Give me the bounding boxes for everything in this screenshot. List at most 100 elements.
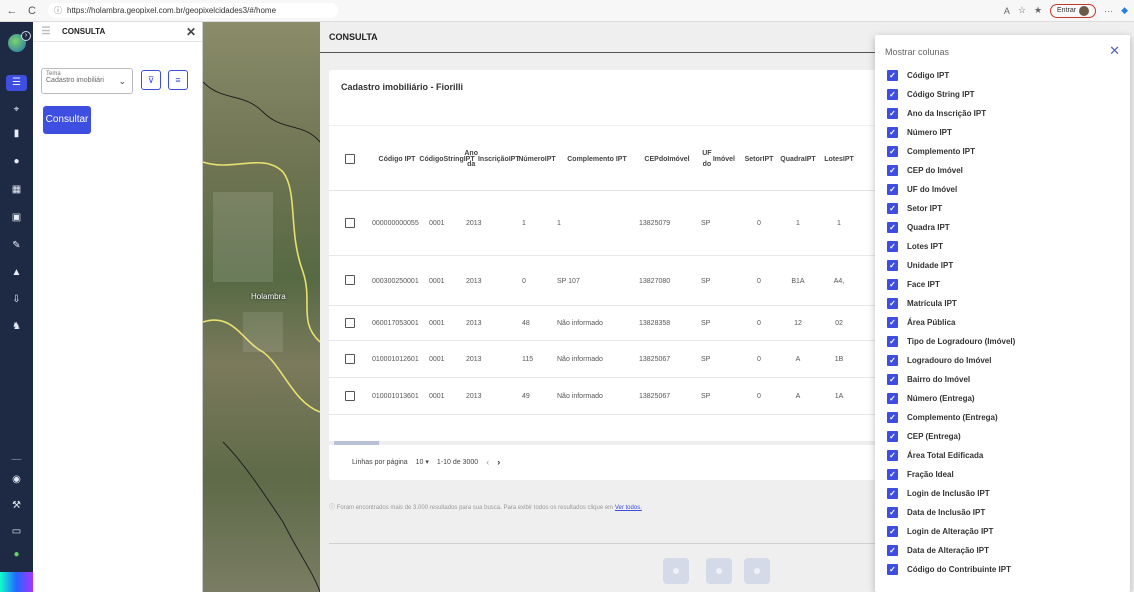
column-option[interactable]: ✓ Número (Entrega)	[887, 389, 1117, 408]
table-row[interactable]: 060017053001 0001 2013 48 Não informado 13828…	[329, 306, 889, 341]
column-option[interactable]: ✓ Face IPT	[887, 275, 1117, 294]
row-checkbox[interactable]	[345, 390, 355, 401]
check-icon[interactable]: ✓	[887, 146, 898, 157]
layers-menu-icon[interactable]: ☰	[6, 75, 27, 91]
check-icon[interactable]: ✓	[887, 564, 898, 575]
column-option[interactable]: ✓ Área Pública	[887, 313, 1117, 332]
check-icon[interactable]: ✓	[887, 89, 898, 100]
column-option[interactable]: ✓ Bairro do Imóvel	[887, 370, 1117, 389]
check-icon[interactable]: ✓	[887, 279, 898, 290]
close-panel-icon[interactable]: ✕	[186, 25, 196, 39]
tema-select[interactable]: Tema Cadastro imobiliári ⌄	[41, 68, 133, 94]
check-icon[interactable]: ✓	[887, 393, 898, 404]
check-icon[interactable]: ✓	[887, 298, 898, 309]
check-icon[interactable]: ✓	[887, 374, 898, 385]
check-icon[interactable]: ✓	[887, 165, 898, 176]
close-icon[interactable]: ✕	[1109, 43, 1120, 59]
row-checkbox[interactable]	[345, 353, 355, 364]
column-header[interactable]: Quadra IPT	[780, 126, 815, 192]
favorite-star-icon[interactable]: ☆	[1018, 5, 1026, 16]
column-option[interactable]: ✓ Logradouro do Imóvel	[887, 351, 1117, 370]
column-option[interactable]: ✓ Código String IPT	[887, 85, 1117, 104]
column-option[interactable]: ✓ CEP (Entrega)	[887, 427, 1117, 446]
column-option[interactable]: ✓ Lotes IPT	[887, 237, 1117, 256]
check-icon[interactable]: ✓	[887, 108, 898, 119]
panel-icon[interactable]: ▮	[6, 126, 27, 142]
check-icon[interactable]: ✓	[887, 260, 898, 271]
settings-icon[interactable]: ⚒	[6, 498, 27, 514]
next-page-icon[interactable]: ›	[497, 457, 500, 467]
favorites-icon[interactable]: ★	[1034, 5, 1042, 16]
table-row[interactable]: 010001013601 0001 2013 49 Não informado 13825…	[329, 378, 889, 415]
filter-button[interactable]: ⊽	[141, 70, 161, 90]
horizontal-scrollbar[interactable]	[329, 441, 889, 445]
check-icon[interactable]: ✓	[887, 184, 898, 195]
check-icon[interactable]: ✓	[887, 317, 898, 328]
check-icon[interactable]: ✓	[887, 222, 898, 233]
check-icon[interactable]: ✓	[887, 488, 898, 499]
column-header[interactable]: Código IPT	[367, 126, 427, 192]
column-option[interactable]: ✓ Complemento IPT	[887, 142, 1117, 161]
tools-icon[interactable]: ✎	[6, 238, 27, 254]
column-option[interactable]: ✓ Data de Inclusão IPT	[887, 503, 1117, 522]
check-icon[interactable]: ✓	[887, 526, 898, 537]
column-header[interactable]: UF do Imóvel	[701, 126, 735, 192]
row-checkbox[interactable]	[345, 217, 355, 228]
help-icon[interactable]: ◉	[6, 472, 27, 488]
column-option[interactable]: ✓ Quadra IPT	[887, 218, 1117, 237]
column-option[interactable]: ✓ Setor IPT	[887, 199, 1117, 218]
column-option[interactable]: ✓ Código IPT	[887, 66, 1117, 85]
column-header[interactable]: CEP do Imóvel	[639, 126, 695, 192]
home-icon[interactable]: ▲	[6, 265, 27, 281]
check-icon[interactable]: ✓	[887, 127, 898, 138]
map-view[interactable]: Holambra	[203, 22, 320, 592]
rows-per-page-select[interactable]: 10 ▾	[416, 458, 429, 466]
check-icon[interactable]: ✓	[887, 545, 898, 556]
column-option[interactable]: ✓ CEP do Imóvel	[887, 161, 1117, 180]
table-row[interactable]: 000300250001 0001 2013 0 SP 107 13827080 SP 0 B1…	[329, 256, 889, 306]
select-all-checkbox[interactable]	[345, 154, 355, 164]
column-header[interactable]: Ano da Inscrição IPT	[464, 126, 519, 192]
row-checkbox[interactable]	[345, 275, 355, 285]
column-option[interactable]: ✓ Login de Inclusão IPT	[887, 484, 1117, 503]
column-header[interactable]: Código String IPT	[419, 126, 474, 192]
action-button-1[interactable]	[663, 558, 689, 584]
column-option[interactable]: ✓ Login de Alteração IPT	[887, 522, 1117, 541]
address-bar[interactable]: ⓘ https://holambra.geopixel.com.br/geopi…	[48, 3, 338, 18]
check-icon[interactable]: ✓	[887, 450, 898, 461]
consultar-button[interactable]: Consultar	[43, 106, 91, 134]
column-option[interactable]: ✓ Tipo de Logradouro (Imóvel)	[887, 332, 1117, 351]
sign-in-button[interactable]: Entrar	[1050, 3, 1097, 18]
column-option[interactable]: ✓ UF do Imóvel	[887, 180, 1117, 199]
column-option[interactable]: ✓ Número IPT	[887, 123, 1117, 142]
check-icon[interactable]: ✓	[887, 412, 898, 423]
globe-status-icon[interactable]: ●	[6, 547, 27, 563]
column-option[interactable]: ✓ Código do Contribuinte IPT	[887, 560, 1117, 579]
expand-chevron-icon[interactable]: ›	[21, 31, 31, 41]
download-icon[interactable]: ⇩	[6, 292, 27, 308]
reload-icon[interactable]: C	[24, 5, 40, 17]
view-all-link[interactable]: Ver todos.	[615, 505, 642, 511]
user-icon[interactable]: ♞	[6, 319, 27, 335]
column-header[interactable]: Complemento IPT	[557, 126, 637, 192]
table-row[interactable]: 000000000055 0001 2013 1 1 13825079 SP 0 1 1	[329, 191, 889, 256]
check-icon[interactable]: ✓	[887, 355, 898, 366]
globe-icon[interactable]: ●	[6, 154, 27, 170]
prev-page-icon[interactable]: ‹	[486, 457, 489, 467]
column-option[interactable]: ✓ Área Total Edificada	[887, 446, 1117, 465]
action-button-3[interactable]	[744, 558, 770, 584]
scrollbar-thumb[interactable]	[334, 441, 379, 445]
more-menu-icon[interactable]: ···	[1104, 6, 1113, 16]
check-icon[interactable]: ✓	[887, 469, 898, 480]
column-header[interactable]: Lotes IPT	[819, 126, 859, 192]
back-icon[interactable]: ←	[4, 5, 20, 17]
column-header[interactable]: Setor IPT	[743, 126, 775, 192]
column-option[interactable]: ✓ Unidade IPT	[887, 256, 1117, 275]
panel-menu-icon[interactable]: ☰	[33, 26, 59, 37]
check-icon[interactable]: ✓	[887, 507, 898, 518]
image-icon[interactable]: ▣	[6, 210, 27, 226]
check-icon[interactable]: ✓	[887, 70, 898, 81]
column-header[interactable]: Número IPT	[518, 126, 555, 192]
action-button-2[interactable]	[706, 558, 732, 584]
table-row[interactable]: 010001012601 0001 2013 115 Não informado 1382…	[329, 341, 889, 378]
